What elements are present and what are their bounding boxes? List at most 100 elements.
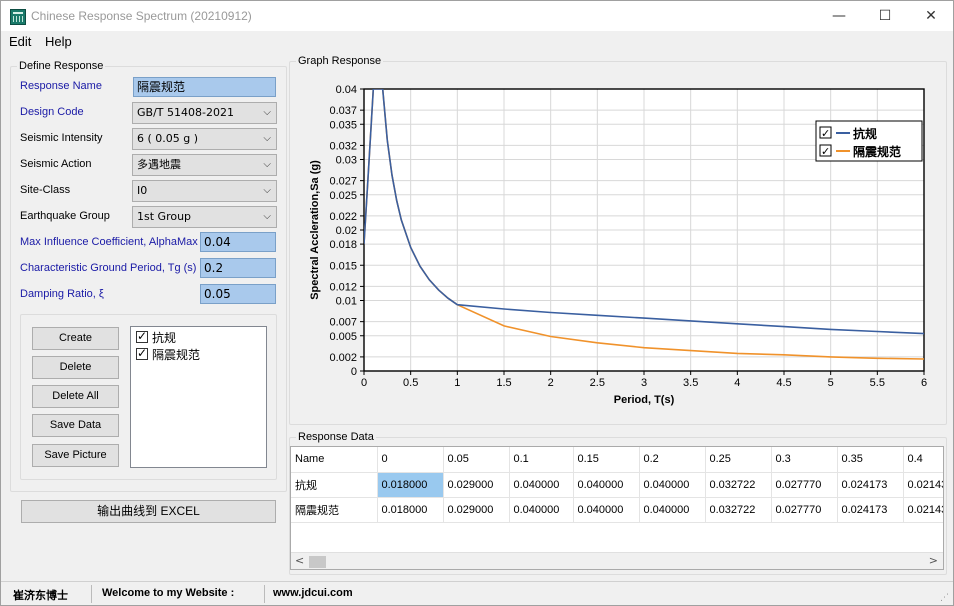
- x-tick-label: 0: [361, 377, 367, 389]
- table-row-name[interactable]: 隔震规范: [291, 497, 378, 523]
- table-header-cell[interactable]: 0.05: [443, 447, 510, 473]
- delete-button[interactable]: Delete: [32, 356, 119, 379]
- y-tick-label: 0.04: [336, 84, 357, 96]
- table-header-cell[interactable]: 0: [377, 447, 444, 473]
- scroll-left-icon[interactable]: <: [295, 554, 304, 567]
- x-tick-label: 5: [828, 377, 834, 389]
- response-listbox[interactable]: 抗规 隔震规范: [130, 326, 267, 468]
- x-axis-label: Period, T(s): [614, 394, 675, 406]
- table-cell[interactable]: 0.040000: [573, 472, 640, 498]
- chevron-down-icon: ⌵: [263, 107, 271, 118]
- horizontal-scrollbar[interactable]: < >: [291, 552, 943, 569]
- y-tick-label: 0.032: [329, 140, 357, 152]
- save-picture-button[interactable]: Save Picture: [32, 444, 119, 467]
- table-header-cell[interactable]: Name: [291, 447, 378, 473]
- response-name-input[interactable]: 隔震规范: [133, 77, 276, 97]
- response-item-label: 隔震规范: [152, 348, 201, 362]
- response-data-legend: Response Data: [298, 431, 374, 443]
- table-cell[interactable]: 0.024173: [837, 497, 904, 523]
- table-header-cell[interactable]: 0.1: [509, 447, 574, 473]
- design-code-select[interactable]: GB/T 51408-2021 ⌵: [132, 102, 277, 124]
- legend-label: 隔震规范: [853, 144, 901, 159]
- close-button[interactable]: ✕: [908, 1, 954, 31]
- data-table: Name 0 0.05 0.1 0.15 0.2 0.25 0.3 0.35 0.4 抗规 0.018…: [291, 447, 943, 523]
- scroll-right-icon[interactable]: >: [929, 554, 938, 567]
- checkbox-checked-icon[interactable]: [136, 346, 148, 360]
- menu-help[interactable]: Help: [45, 34, 72, 49]
- y-tick-label: 0.03: [336, 155, 357, 167]
- status-separator: [264, 585, 265, 603]
- y-tick-label: 0.007: [329, 317, 357, 329]
- table-row: 隔震规范 0.018000 0.029000 0.040000 0.040000 0.04…: [291, 497, 943, 523]
- x-tick-label: 2.5: [590, 377, 605, 389]
- response-list-item[interactable]: 隔震规范: [136, 346, 201, 364]
- checkbox-checked-icon[interactable]: [136, 329, 148, 343]
- x-tick-label: 4.5: [776, 377, 791, 389]
- resize-grip-icon[interactable]: ⋰: [940, 593, 949, 603]
- tg-input[interactable]: 0.2: [200, 258, 276, 278]
- seismic-action-select[interactable]: 多遇地震 ⌵: [132, 154, 277, 176]
- title-bar: Chinese Response Spectrum (20210912) — ☐…: [1, 1, 953, 31]
- table-cell[interactable]: 0.040000: [573, 497, 640, 523]
- earthquake-group-label: Earthquake Group: [20, 210, 110, 222]
- table-cell[interactable]: 0.029000: [443, 497, 510, 523]
- x-tick-label: 6: [921, 377, 927, 389]
- damping-input[interactable]: 0.05: [200, 284, 276, 304]
- earthquake-group-select[interactable]: 1st Group ⌵: [132, 206, 277, 228]
- y-axis-label: Spectral Accleration,Sa (g): [309, 160, 321, 300]
- seismic-intensity-select[interactable]: 6 ( 0.05 g ) ⌵: [132, 128, 277, 150]
- table-header-cell[interactable]: 0.25: [705, 447, 772, 473]
- y-tick-label: 0.022: [329, 211, 357, 223]
- response-item-label: 抗规: [152, 331, 177, 345]
- alpha-max-input[interactable]: 0.04: [200, 232, 276, 252]
- check-icon: ✓: [821, 145, 830, 158]
- table-header-cell[interactable]: 0.2: [639, 447, 706, 473]
- y-tick-label: 0.005: [329, 331, 357, 343]
- table-cell[interactable]: 0.021435: [903, 472, 943, 498]
- minimize-button[interactable]: —: [816, 1, 862, 31]
- y-tick-label: 0.037: [329, 105, 357, 117]
- y-tick-label: 0.035: [329, 119, 357, 131]
- status-author: 崔济东博士: [13, 590, 68, 602]
- table-cell[interactable]: 0.040000: [509, 472, 574, 498]
- x-tick-label: 1: [454, 377, 460, 389]
- seismic-action-label: Seismic Action: [20, 158, 92, 170]
- site-class-select[interactable]: I0 ⌵: [132, 180, 277, 202]
- earthquake-group-value: 1st Group: [137, 210, 192, 223]
- app-icon: [10, 9, 26, 25]
- response-data-grid[interactable]: Name 0 0.05 0.1 0.15 0.2 0.25 0.3 0.35 0.4 抗规 0.018…: [290, 446, 944, 570]
- table-header-cell[interactable]: 0.4: [903, 447, 943, 473]
- table-header-cell[interactable]: 0.3: [771, 447, 838, 473]
- response-list-item[interactable]: 抗规: [136, 329, 177, 347]
- design-code-value: GB/T 51408-2021: [137, 106, 234, 119]
- table-cell[interactable]: 0.018000: [377, 497, 444, 523]
- table-cell[interactable]: 0.024173: [837, 472, 904, 498]
- table-cell[interactable]: 0.027770: [771, 472, 838, 498]
- table-cell[interactable]: 0.027770: [771, 497, 838, 523]
- table-cell[interactable]: 0.040000: [639, 497, 706, 523]
- status-website[interactable]: www.jdcui.com: [273, 587, 353, 599]
- create-button[interactable]: Create: [32, 327, 119, 350]
- maximize-button[interactable]: ☐: [862, 1, 908, 31]
- table-header-cell[interactable]: 0.15: [573, 447, 640, 473]
- export-excel-button[interactable]: 输出曲线到 EXCEL: [21, 500, 276, 523]
- x-tick-label: 5.5: [870, 377, 885, 389]
- scroll-thumb[interactable]: [309, 556, 326, 568]
- table-header-cell[interactable]: 0.35: [837, 447, 904, 473]
- table-cell[interactable]: 0.029000: [443, 472, 510, 498]
- table-cell[interactable]: 0.018000: [377, 472, 444, 498]
- y-tick-label: 0.027: [329, 176, 357, 188]
- table-cell[interactable]: 0.032722: [705, 472, 772, 498]
- chevron-down-icon: ⌵: [263, 211, 271, 222]
- tg-label: Characteristic Ground Period, Tg (s): [20, 262, 197, 274]
- table-cell[interactable]: 0.040000: [509, 497, 574, 523]
- menu-edit[interactable]: Edit: [9, 34, 31, 49]
- y-tick-label: 0.02: [336, 225, 357, 237]
- table-row-name[interactable]: 抗规: [291, 472, 378, 498]
- table-cell[interactable]: 0.021435: [903, 497, 943, 523]
- seismic-intensity-value: 6 ( 0.05 g ): [137, 132, 199, 145]
- delete-all-button[interactable]: Delete All: [32, 385, 119, 408]
- table-cell[interactable]: 0.032722: [705, 497, 772, 523]
- save-data-button[interactable]: Save Data: [32, 414, 119, 437]
- table-cell[interactable]: 0.040000: [639, 472, 706, 498]
